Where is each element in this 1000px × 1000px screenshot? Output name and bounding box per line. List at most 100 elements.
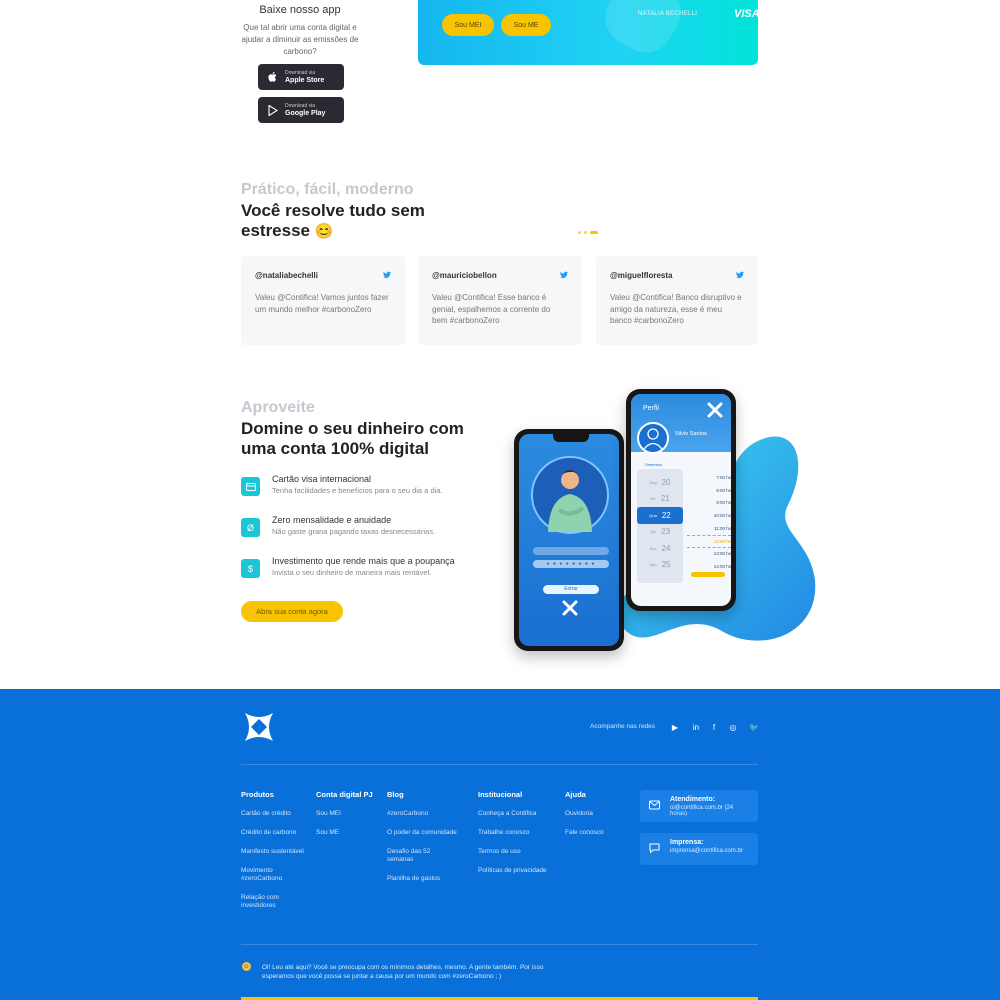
calendar-day-number: 25 bbox=[661, 560, 671, 570]
contact-text: oi@contifica.com.br (24 horas) bbox=[670, 805, 734, 817]
testimonials-headline: Você resolve tudo sem estresse 😊 bbox=[241, 201, 425, 242]
visa-logo: VISA bbox=[734, 8, 758, 20]
footer-column-heading: Conta digital PJ bbox=[316, 790, 373, 799]
footer-link[interactable]: Cartão de crédito bbox=[241, 810, 311, 818]
time-slot[interactable]: 9:00 hs bbox=[687, 497, 731, 510]
banner-decor bbox=[595, 0, 691, 63]
testimonial-card: @nataliabechelli Valeu @Contifica! Vamos… bbox=[241, 256, 405, 345]
carousel-dots bbox=[578, 231, 598, 234]
benefits-headline-line1: Domine o seu dinheiro com bbox=[241, 419, 464, 438]
facebook-icon[interactable]: f bbox=[709, 722, 719, 732]
calendar-day[interactable]: Sab 25 bbox=[637, 557, 683, 574]
testimonial-text: Valeu @Contifica! Vamos juntos fazer um … bbox=[255, 293, 389, 314]
social-label: Acompanhe nas redes bbox=[590, 723, 656, 730]
footer-link[interactable]: Trabalhe conosco bbox=[478, 829, 548, 837]
time-slot[interactable]: 10:00 hs bbox=[687, 510, 731, 523]
linkedin-icon[interactable]: in bbox=[691, 722, 701, 732]
calendar-day[interactable]: Qua 22 bbox=[637, 507, 683, 524]
footer-column-heading: Blog bbox=[387, 790, 404, 799]
calendar-weekday: Sex bbox=[649, 545, 657, 551]
calendar-weekday: Ter bbox=[650, 496, 656, 502]
contact-box-imprensa[interactable]: Imprensa: imprensa@contifica.com.br bbox=[640, 833, 758, 865]
carousel-dot[interactable] bbox=[578, 231, 581, 234]
footer-link[interactable]: Sou ME bbox=[316, 829, 386, 837]
time-slot[interactable]: 13:00 hs bbox=[687, 548, 731, 561]
footer-column-heading: Ajuda bbox=[565, 790, 586, 799]
footer-link[interactable]: Desafio das 52 semanas bbox=[387, 848, 457, 864]
apple-store-small: Download via bbox=[285, 70, 316, 76]
footer-link[interactable]: Movimento #zeroCarbono bbox=[241, 867, 311, 883]
time-slot[interactable]: 11:00 hs bbox=[687, 523, 731, 536]
login-user-field[interactable] bbox=[533, 547, 609, 555]
calendar-day[interactable]: Sex 24 bbox=[637, 540, 683, 557]
calendar-weekday: Qui bbox=[649, 529, 657, 535]
time-slot[interactable]: 8:00 hs bbox=[687, 485, 731, 498]
site-footer: Acompanhe nas redes ▶ in f ◎ 🐦 Produtos Cartã… bbox=[0, 689, 1000, 1000]
twitter-icon[interactable] bbox=[383, 271, 391, 279]
sou-mei-button[interactable]: Sou MEI bbox=[442, 14, 494, 36]
calendar-day[interactable]: Qui 23 bbox=[637, 524, 683, 541]
card-icon bbox=[241, 477, 260, 496]
calendar-day-number: 24 bbox=[661, 543, 671, 553]
schedule-confirm-button[interactable] bbox=[691, 572, 725, 577]
google-play-label: Google Play bbox=[285, 110, 326, 117]
footer-column: Conta digital PJ Sou MEI Sou ME bbox=[316, 790, 386, 837]
app-logo-icon bbox=[707, 402, 723, 418]
google-play-small: Download via bbox=[285, 103, 316, 109]
contact-heading: Atendimento: bbox=[670, 796, 716, 803]
instagram-icon[interactable]: ◎ bbox=[728, 722, 738, 732]
zero-icon: Ø bbox=[241, 518, 260, 537]
testimonial-card: @miguelfloresta Valeu @Contifica! Banco … bbox=[596, 256, 758, 345]
twitter-icon[interactable] bbox=[736, 271, 744, 279]
contact-box-atendimento[interactable]: Atendimento: oi@contifica.com.br (24 hor… bbox=[640, 790, 758, 822]
login-password-field[interactable]: ● ● ● ● ● ● ● ● bbox=[533, 560, 609, 568]
google-play-icon bbox=[268, 104, 278, 116]
footer-link[interactable]: Relação com investidores bbox=[241, 894, 311, 910]
dollar-icon: $ bbox=[241, 559, 260, 578]
testimonials-kicker: Prático, fácil, moderno bbox=[241, 181, 414, 198]
apple-store-button[interactable]: Download via Apple Store bbox=[258, 64, 344, 90]
testimonials-headline-line1: Você resolve tudo sem bbox=[241, 201, 425, 220]
footer-link[interactable]: Conheça a Contifica bbox=[478, 810, 548, 818]
calendar-day-number: 21 bbox=[660, 494, 670, 504]
calendar-day[interactable]: Ter 21 bbox=[637, 491, 683, 508]
smile-emoji-icon: 😊 bbox=[314, 223, 334, 240]
google-play-button[interactable]: Download via Google Play bbox=[258, 97, 344, 123]
time-slot[interactable]: 12:00 hs bbox=[687, 535, 731, 549]
time-slot[interactable]: 7:00 hs bbox=[687, 472, 731, 485]
footer-logo-icon[interactable] bbox=[241, 709, 277, 745]
footer-link[interactable]: Termos de uso bbox=[478, 848, 548, 856]
testimonials-headline-text: estresse bbox=[241, 221, 311, 240]
avatar-circle bbox=[531, 456, 609, 534]
footer-link[interactable]: Sou MEI bbox=[316, 810, 386, 818]
footer-note: Oi! Leu até aqui? Você se preocupa com o… bbox=[262, 964, 544, 980]
footer-link[interactable]: Manifesto sustentável bbox=[241, 848, 311, 856]
testimonial-card: @mauriciobellon Valeu @Contifica! Esse b… bbox=[418, 256, 582, 345]
app-download-section: Baixe nosso app Que tal abrir uma conta … bbox=[240, 0, 360, 58]
calendar-day[interactable]: Seg 20 bbox=[637, 474, 683, 491]
benefit-item: $ Investimento que rende mais que a poup… bbox=[241, 556, 455, 578]
footer-link[interactable]: Políticas de privacidade bbox=[478, 867, 548, 875]
benefit-title: Cartão visa internacional bbox=[272, 474, 372, 484]
footer-link[interactable]: O poder da comunidade bbox=[387, 829, 457, 837]
mail-icon bbox=[649, 800, 660, 810]
calendar-day-number: 22 bbox=[661, 510, 671, 520]
footer-link[interactable]: Ouvidoria bbox=[565, 810, 635, 818]
carousel-dot[interactable] bbox=[584, 231, 587, 234]
sou-me-button[interactable]: Sou ME bbox=[501, 14, 551, 36]
wink-emoji-icon: ☺ bbox=[242, 962, 251, 971]
open-account-button[interactable]: Abra sua conta agora bbox=[241, 601, 343, 622]
profile-avatar bbox=[637, 422, 669, 454]
login-button[interactable]: Entrar bbox=[543, 585, 599, 594]
youtube-icon[interactable]: ▶ bbox=[670, 722, 680, 732]
card-holder-name: NATALIA BECHELLI bbox=[638, 11, 698, 17]
footer-link[interactable]: Planilha de gastos bbox=[387, 875, 457, 883]
app-logo-icon bbox=[562, 600, 578, 616]
chat-icon bbox=[649, 843, 660, 853]
carousel-dot-active[interactable] bbox=[590, 231, 598, 234]
twitter-icon[interactable] bbox=[560, 271, 568, 279]
footer-link[interactable]: #zeroCarbono bbox=[387, 810, 457, 818]
footer-link[interactable]: Fale conosco bbox=[565, 829, 635, 837]
twitter-icon[interactable]: 🐦 bbox=[749, 722, 759, 732]
footer-link[interactable]: Crédito de carbono bbox=[241, 829, 311, 837]
